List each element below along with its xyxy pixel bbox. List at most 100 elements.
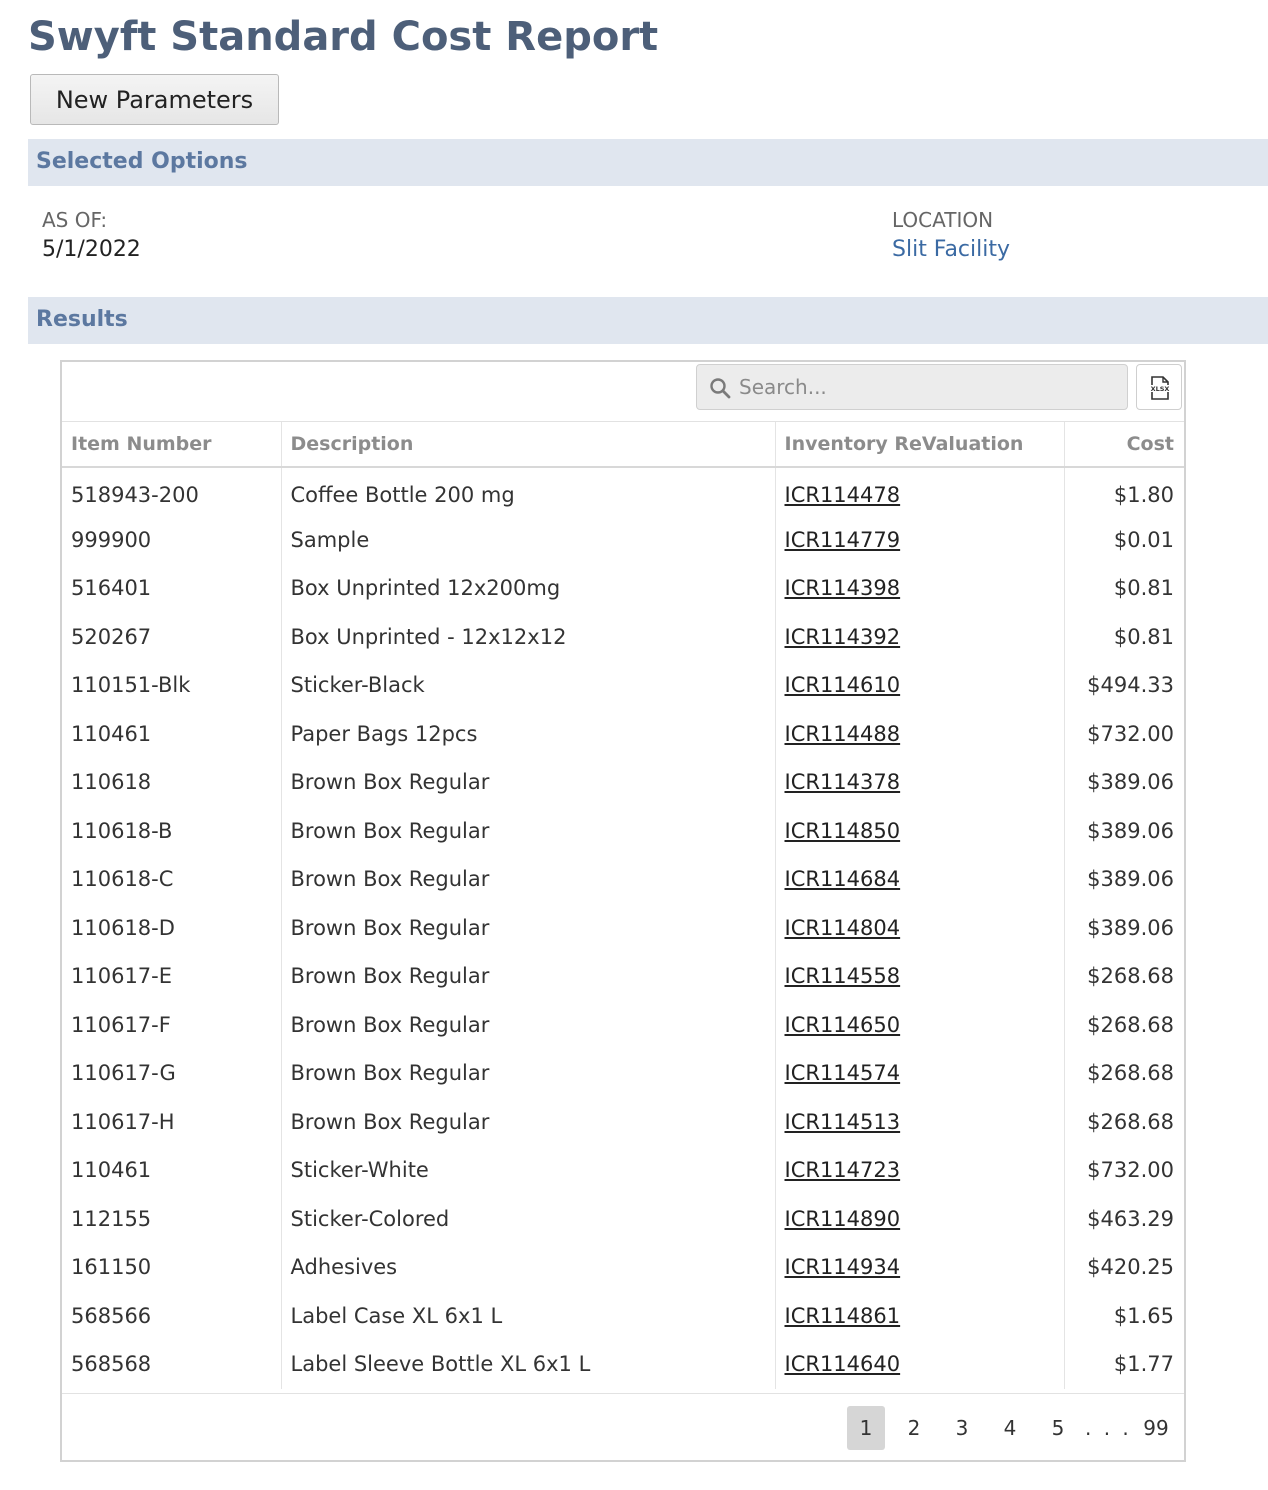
- revaluation-cell: ICR114513: [775, 1097, 1065, 1146]
- page-1-button[interactable]: 1: [847, 1406, 885, 1450]
- item-number-cell: 110618: [62, 758, 282, 807]
- cost-cell: $420.25: [1087, 1255, 1174, 1280]
- as-of-value: 5/1/2022: [42, 237, 141, 262]
- revaluation-cell: ICR114392: [775, 612, 1065, 661]
- results-table: Item Number Description Inventory ReValu…: [62, 422, 1184, 1389]
- description-cell: Coffee Bottle 200 mg: [281, 467, 776, 516]
- table-header-row: Item Number Description Inventory ReValu…: [62, 422, 1184, 468]
- description-cell: Sample: [281, 515, 776, 564]
- revaluation-link[interactable]: ICR114650: [785, 1013, 901, 1037]
- revaluation-link[interactable]: ICR114378: [785, 770, 901, 794]
- column-header-description[interactable]: Description: [281, 422, 776, 468]
- cost-cell: $0.81: [1113, 624, 1174, 649]
- revaluation-link[interactable]: ICR114574: [785, 1061, 901, 1085]
- column-header-inventory-revaluation[interactable]: Inventory ReValuation: [775, 422, 1065, 468]
- item-number-cell: 110461: [62, 1146, 282, 1195]
- table-row: 110618-C Brown Box Regular ICR114684 $389.0…: [62, 855, 1184, 904]
- results-header: Results: [28, 297, 1268, 344]
- item-number-cell: 110617-G: [62, 1049, 282, 1098]
- revaluation-cell: ICR114488: [775, 709, 1065, 758]
- page-last-button[interactable]: 99: [1137, 1406, 1175, 1450]
- results-title: Results: [36, 307, 128, 332]
- revaluation-link[interactable]: ICR114779: [785, 528, 901, 552]
- selected-options-title: Selected Options: [36, 149, 248, 174]
- xlsx-export-icon: XLSX: [1149, 376, 1171, 400]
- description-cell: Sticker-Colored: [281, 1194, 776, 1243]
- pagination: 1 2 3 4 5 . . . 99: [62, 1393, 1184, 1460]
- revaluation-link[interactable]: ICR114488: [785, 722, 901, 746]
- location-link[interactable]: Slit Facility: [892, 237, 1010, 262]
- description-cell: Label Case XL 6x1 L: [281, 1291, 776, 1340]
- cost-cell: $268.68: [1087, 1012, 1174, 1037]
- cost-cell: $463.29: [1087, 1206, 1174, 1231]
- cost-cell: $389.06: [1087, 818, 1174, 843]
- revaluation-link[interactable]: ICR114478: [785, 483, 901, 507]
- revaluation-link[interactable]: ICR114850: [785, 819, 901, 843]
- table-row: 999900 Sample ICR114779 $0.01: [62, 515, 1184, 564]
- description-cell: Brown Box Regular: [281, 806, 776, 855]
- revaluation-link[interactable]: ICR114558: [785, 964, 901, 988]
- item-number-cell: 516401: [62, 564, 282, 613]
- revaluation-cell: ICR114890: [775, 1194, 1065, 1243]
- description-cell: Brown Box Regular: [281, 903, 776, 952]
- page-2-button[interactable]: 2: [895, 1406, 933, 1450]
- description-cell: Brown Box Regular: [281, 1097, 776, 1146]
- item-number-cell: 110617-F: [62, 1000, 282, 1049]
- revaluation-link[interactable]: ICR114861: [785, 1304, 901, 1328]
- page-4-button[interactable]: 4: [991, 1406, 1029, 1450]
- description-cell: Brown Box Regular: [281, 758, 776, 807]
- table-row: 110461 Sticker-White ICR114723 $732.00: [62, 1146, 1184, 1195]
- revaluation-link[interactable]: ICR114398: [785, 576, 901, 600]
- revaluation-cell: ICR114779: [775, 515, 1065, 564]
- new-parameters-button[interactable]: New Parameters: [30, 74, 279, 125]
- location-label: LOCATION: [892, 208, 994, 232]
- table-row: 161150 Adhesives ICR114934 $420.25: [62, 1243, 1184, 1292]
- page-5-button[interactable]: 5: [1039, 1406, 1077, 1450]
- revaluation-link[interactable]: ICR114804: [785, 916, 901, 940]
- item-number-cell: 110618-D: [62, 903, 282, 952]
- search-input[interactable]: [739, 371, 1119, 403]
- table-row: 110617-H Brown Box Regular ICR114513 $268.6…: [62, 1097, 1184, 1146]
- revaluation-cell: ICR114723: [775, 1146, 1065, 1195]
- table-row: 520267 Box Unprinted - 12x12x12 ICR114392 $…: [62, 612, 1184, 661]
- revaluation-link[interactable]: ICR114723: [785, 1158, 901, 1182]
- table-row: 110617-G Brown Box Regular ICR114574 $268.6…: [62, 1049, 1184, 1098]
- revaluation-link[interactable]: ICR114392: [785, 625, 901, 649]
- revaluation-link[interactable]: ICR114934: [785, 1255, 901, 1279]
- table-row: 110151-Blk Sticker-Black ICR114610 $494.33: [62, 661, 1184, 710]
- revaluation-link[interactable]: ICR114513: [785, 1110, 901, 1134]
- item-number-cell: 568568: [62, 1340, 282, 1389]
- table-row: 516401 Box Unprinted 12x200mg ICR114398 $0.…: [62, 564, 1184, 613]
- cost-cell: $389.06: [1087, 867, 1174, 892]
- item-number-cell: 110617-E: [62, 952, 282, 1001]
- description-cell: Brown Box Regular: [281, 1049, 776, 1098]
- export-xlsx-button[interactable]: XLSX: [1136, 364, 1182, 410]
- column-header-cost[interactable]: Cost: [1064, 422, 1184, 468]
- item-number-cell: 568566: [62, 1291, 282, 1340]
- page-3-button[interactable]: 3: [943, 1406, 981, 1450]
- revaluation-link[interactable]: ICR114890: [785, 1207, 901, 1231]
- item-number-cell: 110618-B: [62, 806, 282, 855]
- revaluation-link[interactable]: ICR114684: [785, 867, 901, 891]
- cost-cell: $1.77: [1113, 1352, 1174, 1377]
- table-row: 110617-F Brown Box Regular ICR114650 $268.6…: [62, 1000, 1184, 1049]
- table-row: 568566 Label Case XL 6x1 L ICR114861 $1.65: [62, 1291, 1184, 1340]
- revaluation-cell: ICR114861: [775, 1291, 1065, 1340]
- selected-options-header: Selected Options: [28, 139, 1268, 186]
- revaluation-cell: ICR114684: [775, 855, 1065, 904]
- cost-cell: $268.68: [1087, 1061, 1174, 1086]
- page-title: Swyft Standard Cost Report: [28, 14, 659, 60]
- revaluation-cell: ICR114574: [775, 1049, 1065, 1098]
- search-box[interactable]: [696, 364, 1128, 410]
- description-cell: Sticker-Black: [281, 661, 776, 710]
- cost-cell: $494.33: [1087, 673, 1174, 698]
- item-number-cell: 520267: [62, 612, 282, 661]
- description-cell: Box Unprinted 12x200mg: [281, 564, 776, 613]
- as-of-label: AS OF:: [42, 208, 108, 232]
- column-header-item-number[interactable]: Item Number: [62, 422, 282, 468]
- description-cell: Brown Box Regular: [281, 855, 776, 904]
- svg-text:XLSX: XLSX: [1151, 385, 1170, 393]
- item-number-cell: 161150: [62, 1243, 282, 1292]
- revaluation-link[interactable]: ICR114640: [785, 1352, 901, 1376]
- revaluation-link[interactable]: ICR114610: [785, 673, 901, 697]
